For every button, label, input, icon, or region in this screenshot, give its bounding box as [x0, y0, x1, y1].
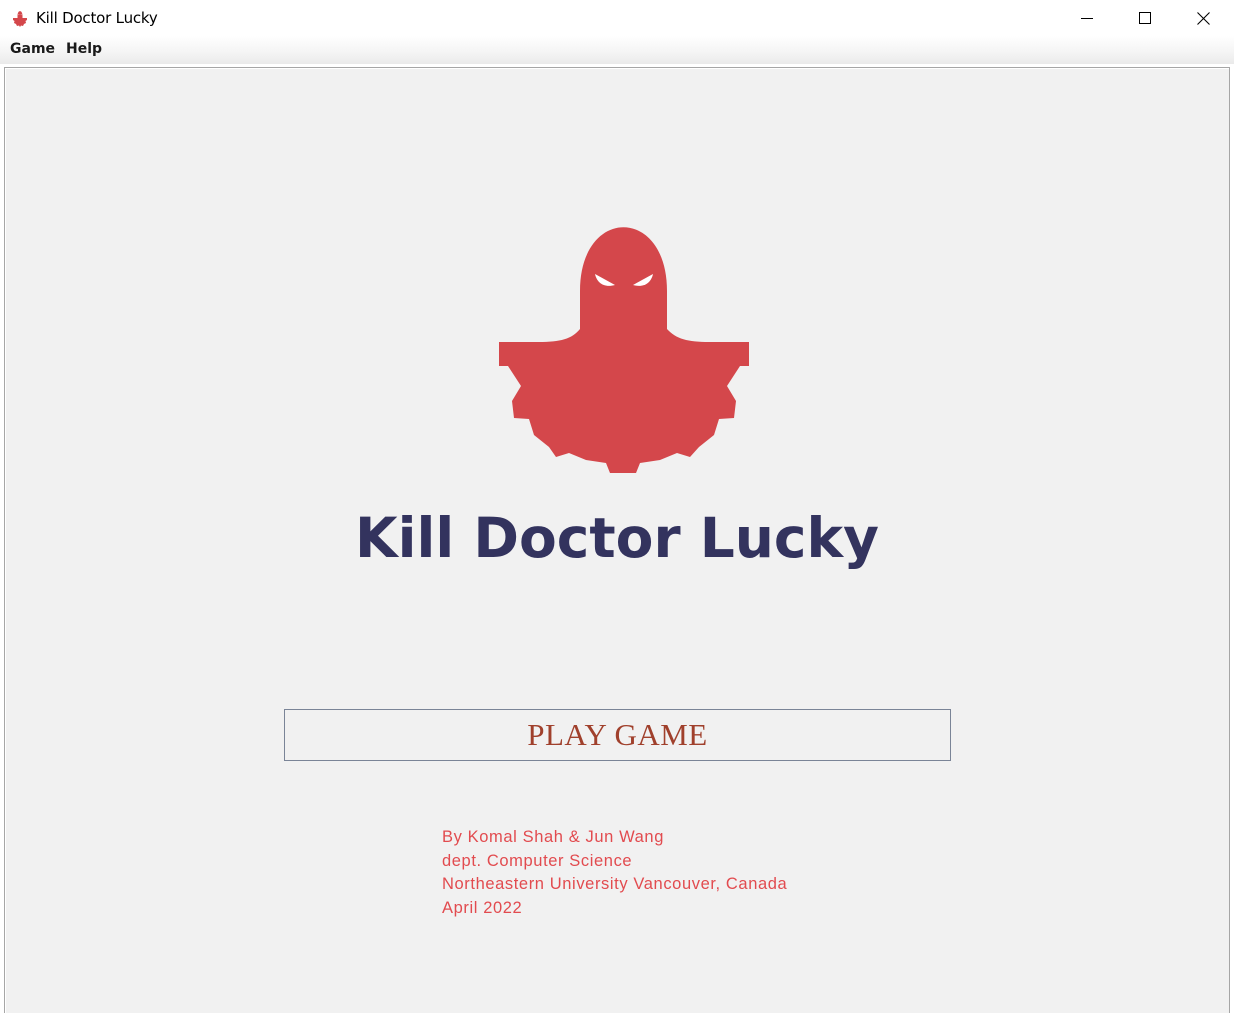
close-button[interactable]	[1174, 0, 1232, 36]
credits-line-authors: By Komal Shah & Jun Wang	[442, 828, 664, 846]
game-title: Kill Doctor Lucky	[355, 506, 879, 570]
maximize-button[interactable]	[1116, 0, 1174, 36]
credits-line-university: Northeastern University Vancouver, Canad…	[442, 875, 788, 894]
menu-bar: Game Help	[0, 36, 1234, 64]
credits-line-dept: dept. Computer Science	[442, 851, 633, 870]
main-panel: Kill Doctor Lucky PLAY GAME By Komal Sha…	[4, 67, 1230, 1013]
menu-game[interactable]: Game	[10, 41, 55, 57]
credits-line-date: April 2022	[442, 898, 523, 917]
minimize-button[interactable]	[1058, 0, 1116, 36]
play-game-button[interactable]: PLAY GAME	[284, 709, 951, 761]
app-icon	[13, 11, 27, 27]
window-title: Kill Doctor Lucky	[36, 9, 158, 27]
ghost-gear-logo	[499, 227, 749, 473]
credits: By Komal Shah & Jun Wang dept. Computer …	[442, 826, 787, 920]
menu-help[interactable]: Help	[66, 41, 102, 57]
play-game-label: PLAY GAME	[527, 717, 708, 752]
window-titlebar[interactable]: Kill Doctor Lucky	[0, 0, 1234, 36]
close-icon	[1196, 11, 1210, 25]
minimize-icon	[1081, 18, 1093, 19]
maximize-icon	[1139, 12, 1151, 24]
